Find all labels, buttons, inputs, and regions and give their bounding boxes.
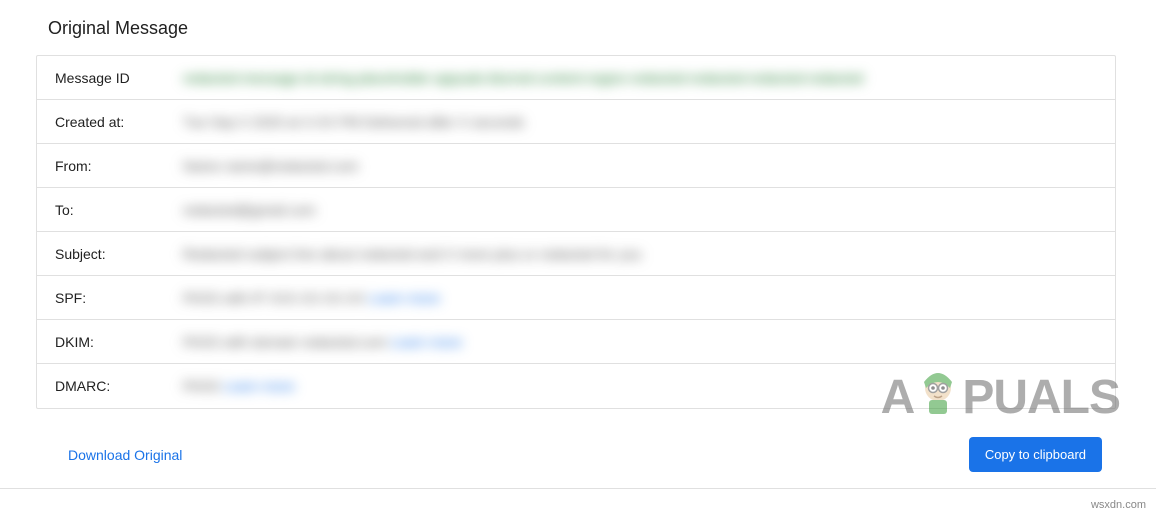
row-created-at: Created at: Tue Sep X 2020 at X:XX PM De… <box>37 100 1115 144</box>
row-dkim: DKIM: PASS with domain redacted.com Lear… <box>37 320 1115 364</box>
label-from: From: <box>37 158 165 174</box>
label-spf: SPF: <box>37 290 165 306</box>
download-original-link[interactable]: Download Original <box>68 447 182 463</box>
value-dmarc-text: PASS <box>183 378 219 394</box>
link-dmarc-learn-more[interactable]: Learn more <box>223 378 295 394</box>
label-subject: Subject: <box>37 246 165 262</box>
value-spf-text: PASS with IP XXX.XX.XX.XX <box>183 290 365 306</box>
value-to: redacted@gmail.com <box>165 202 316 218</box>
label-dkim: DKIM: <box>37 334 165 350</box>
value-created-at: Tue Sep X 2020 at X:XX PM Delivered afte… <box>165 114 524 130</box>
value-message-id: redacted-message-id-string-placeholder-a… <box>165 70 863 86</box>
row-subject: Subject: Redacted subject line about red… <box>37 232 1115 276</box>
label-to: To: <box>37 202 165 218</box>
row-spf: SPF: PASS with IP XXX.XX.XX.XX Learn mor… <box>37 276 1115 320</box>
row-dmarc: DMARC: PASS Learn more <box>37 364 1115 408</box>
label-dmarc: DMARC: <box>37 378 165 394</box>
label-created-at: Created at: <box>37 114 165 130</box>
value-dmarc: PASS Learn more <box>165 378 295 394</box>
message-headers-table: Message ID redacted-message-id-string-pl… <box>36 55 1116 409</box>
link-spf-learn-more[interactable]: Learn more <box>368 290 440 306</box>
value-dkim: PASS with domain redacted.com Learn more <box>165 334 462 350</box>
value-dkim-text: PASS with domain redacted.com <box>183 334 387 350</box>
actions-bar: Download Original Copy to clipboard <box>0 409 1156 489</box>
row-from: From: Name name@redacted.com <box>37 144 1115 188</box>
value-subject: Redacted subject line about redacted and… <box>165 246 641 262</box>
value-spf: PASS with IP XXX.XX.XX.XX Learn more <box>165 290 440 306</box>
page-title: Original Message <box>0 10 1156 55</box>
label-message-id: Message ID <box>37 70 165 86</box>
value-from: Name name@redacted.com <box>165 158 358 174</box>
row-to: To: redacted@gmail.com <box>37 188 1115 232</box>
watermark-site: wsxdn.com <box>1091 499 1146 511</box>
link-dkim-learn-more[interactable]: Learn more <box>391 334 463 350</box>
row-message-id: Message ID redacted-message-id-string-pl… <box>37 56 1115 100</box>
copy-to-clipboard-button[interactable]: Copy to clipboard <box>969 437 1102 472</box>
